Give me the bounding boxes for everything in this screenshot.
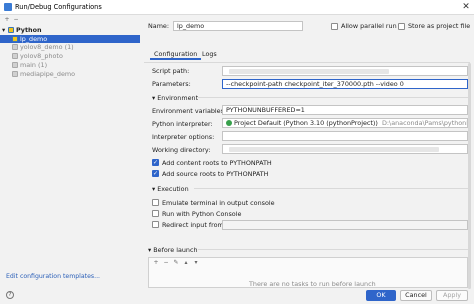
run-console-checkbox[interactable] xyxy=(152,210,159,217)
interp-options-input[interactable] xyxy=(222,131,468,141)
source-roots-checkbox[interactable]: ✓ xyxy=(152,170,159,177)
help-icon[interactable]: ? xyxy=(6,291,14,299)
chevron-down-icon: ▾ xyxy=(152,94,156,102)
workdir-input[interactable] xyxy=(222,144,468,154)
allow-parallel-checkbox[interactable] xyxy=(331,23,338,30)
chevron-down-icon: ▾ xyxy=(148,246,152,254)
execution-section[interactable]: ▾ Execution xyxy=(152,185,189,193)
ok-button[interactable]: OK xyxy=(366,290,396,301)
tree-item-yolov8-photo[interactable]: yolov8_photo xyxy=(0,52,140,60)
content-roots-label: Add content roots to PYTHONPATH xyxy=(162,159,272,167)
section-divider xyxy=(198,97,468,98)
redirect-input-label: Redirect input from: xyxy=(162,221,226,229)
edit-icon[interactable]: ✎ xyxy=(173,260,179,266)
tab-configuration[interactable]: Configuration xyxy=(150,49,202,60)
parameters-label: Parameters: xyxy=(152,80,191,88)
python-sdk-icon xyxy=(226,120,232,126)
tree-item-python[interactable]: ▾ Python xyxy=(0,26,140,34)
remove-icon[interactable]: − xyxy=(13,17,19,23)
python-icon xyxy=(8,27,14,33)
run-console-label: Run with Python Console xyxy=(162,210,242,218)
interpreter-select[interactable]: Project Default (Python 3.10 (pythonProj… xyxy=(222,118,468,128)
no-tasks-text: There are no tasks to run before launch xyxy=(249,280,376,288)
python-icon xyxy=(12,62,18,68)
remove-icon[interactable]: − xyxy=(163,260,169,266)
config-tree: ▾ Python lp_demo yolov8_demo (1) yolov8_p… xyxy=(0,26,140,271)
tab-logs[interactable]: Logs xyxy=(198,49,221,60)
interpreter-label: Python interpreter: xyxy=(152,120,213,128)
interp-options-label: Interpreter options: xyxy=(152,133,215,141)
emulate-terminal-label: Emulate terminal in output console xyxy=(162,199,275,207)
parameters-input[interactable]: --checkpoint-path checkpoint_iter_370000… xyxy=(222,79,468,89)
emulate-terminal-checkbox[interactable] xyxy=(152,199,159,206)
app-icon xyxy=(4,3,12,11)
tree-item-yolov8-demo[interactable]: yolov8_demo (1) xyxy=(0,43,140,51)
window-title: Run/Debug Configurations xyxy=(15,3,102,11)
redirect-input-checkbox[interactable] xyxy=(152,221,159,228)
apply-button[interactable]: Apply xyxy=(436,290,468,301)
move-up-icon[interactable]: ▴ xyxy=(183,260,189,266)
python-icon xyxy=(12,44,18,50)
tab-divider xyxy=(144,62,470,63)
name-label: Name: xyxy=(148,22,170,30)
workdir-label: Working directory: xyxy=(152,146,211,154)
tree-item-main[interactable]: main (1) xyxy=(0,61,140,69)
tree-toolbar: + − xyxy=(0,15,140,25)
before-launch-panel: + − ✎ ▴ ▾ There are no tasks to run befo… xyxy=(148,257,468,288)
tree-item-mediapipe-demo[interactable]: mediapipe_demo xyxy=(0,70,140,78)
allow-parallel-label: Allow parallel run xyxy=(341,22,397,30)
title-bar: Run/Debug Configurations ✕ xyxy=(0,0,474,15)
tree-item-lp-demo[interactable]: lp_demo xyxy=(0,35,140,43)
scrollbar[interactable] xyxy=(468,63,471,289)
env-vars-label: Environment variables: xyxy=(152,107,227,115)
before-launch-section[interactable]: ▾ Before launch xyxy=(148,246,198,254)
script-path-label: Script path: xyxy=(152,67,190,75)
env-vars-input[interactable]: PYTHONUNBUFFERED=1 xyxy=(222,105,468,115)
source-roots-label: Add source roots to PYTHONPATH xyxy=(162,170,269,178)
environment-section[interactable]: ▾ Environment xyxy=(152,94,198,102)
close-icon[interactable]: ✕ xyxy=(460,1,472,13)
add-icon[interactable]: + xyxy=(4,17,10,23)
python-icon xyxy=(12,36,18,42)
store-project-label: Store as project file xyxy=(408,22,471,30)
store-project-checkbox[interactable] xyxy=(398,23,405,30)
redirect-input-field[interactable] xyxy=(222,220,468,230)
redacted-text xyxy=(229,147,439,152)
content-roots-checkbox[interactable]: ✓ xyxy=(152,159,159,166)
move-down-icon[interactable]: ▾ xyxy=(193,260,199,266)
name-input[interactable]: lp_demo xyxy=(173,21,303,31)
python-icon xyxy=(12,53,18,59)
edit-templates-link[interactable]: Edit configuration templates... xyxy=(6,273,100,280)
redacted-text xyxy=(229,69,389,74)
python-icon xyxy=(12,71,18,77)
config-form: Name: lp_demo Allow parallel run Store a… xyxy=(142,15,474,289)
section-divider xyxy=(198,249,468,250)
cancel-button[interactable]: Cancel xyxy=(400,290,432,301)
script-path-input[interactable] xyxy=(222,66,468,76)
chevron-down-icon: ▾ xyxy=(152,185,156,193)
add-icon[interactable]: + xyxy=(153,260,159,266)
section-divider xyxy=(194,188,468,189)
